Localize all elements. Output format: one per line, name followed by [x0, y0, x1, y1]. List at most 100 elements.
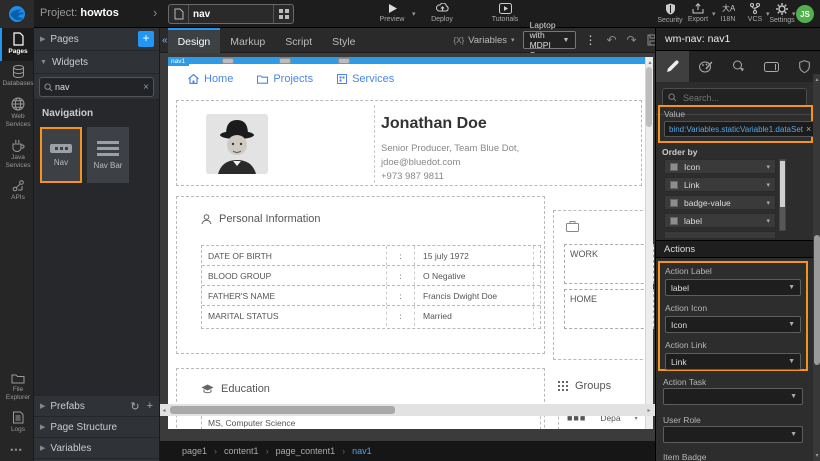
prefabs-section-header[interactable]: ▶ Prefabs ↻+ — [34, 396, 159, 417]
settings-caret-icon[interactable]: ▾ — [792, 10, 796, 18]
tab-design[interactable]: Design — [168, 28, 221, 53]
personal-info-panel[interactable]: Personal Information DATE OF BIRTH:15 ju… — [176, 196, 545, 354]
order-list-scroll-thumb[interactable] — [780, 161, 785, 207]
item-badge-label: Item Badge — [663, 452, 706, 461]
checkbox[interactable] — [670, 199, 678, 207]
tab-style[interactable]: Style — [322, 28, 365, 53]
rail-more-icon[interactable]: ••• — [0, 439, 33, 461]
property-search-input[interactable] — [681, 92, 801, 104]
order-option-link[interactable]: Link▾ — [664, 177, 776, 192]
contact-row-work[interactable]: WORK — [564, 244, 654, 284]
canvas-vscroll-thumb[interactable] — [646, 67, 652, 127]
widget-tile-navbar[interactable]: Nav Bar — [87, 127, 129, 183]
groups-panel[interactable]: Groups ■■■ Depa ▾ — [553, 372, 653, 429]
tab-script[interactable]: Script — [275, 28, 322, 53]
order-option-badge-value[interactable]: badge-value▾ — [664, 195, 776, 210]
widgets-section-header[interactable]: ▼ Widgets — [34, 51, 159, 74]
page-switcher[interactable] — [168, 4, 294, 24]
order-option-label[interactable]: label▾ — [664, 213, 776, 228]
contact-row-home[interactable]: HOME — [564, 289, 654, 329]
variables-section-header[interactable]: ▶ Variables — [34, 438, 159, 459]
rail-item-apis[interactable]: APIs — [0, 175, 34, 207]
tab-properties[interactable] — [656, 51, 689, 82]
checkbox[interactable] — [670, 181, 678, 189]
user-avatar[interactable]: JS — [796, 5, 814, 23]
caret-down-icon: ▼ — [788, 321, 795, 328]
scroll-left-icon[interactable]: ◂ — [160, 407, 168, 414]
widget-search-input[interactable] — [53, 81, 143, 93]
tab-inspect[interactable] — [722, 51, 755, 82]
add-prefab-button[interactable]: + — [147, 400, 153, 413]
education-panel[interactable]: Education MS, Computer Science — [176, 368, 545, 429]
checkbox[interactable] — [670, 163, 678, 171]
table-row[interactable]: DATE OF BIRTH:15 july 1972 — [202, 246, 540, 266]
tutorials-button[interactable]: Tutorials — [483, 3, 527, 23]
breadcrumb-page-content1[interactable]: page_content1 — [276, 446, 336, 456]
canvas-hscroll-thumb[interactable] — [170, 406, 395, 414]
rail-item-file-explorer[interactable]: File Explorer — [0, 369, 34, 407]
actions-section-header[interactable]: Actions — [656, 240, 813, 258]
table-row[interactable]: FATHER'S NAME:Francis Dwight Doe — [202, 286, 540, 306]
redo-icon[interactable]: ↷ — [627, 33, 637, 47]
page-structure-section-header[interactable]: ▶ Page Structure — [34, 417, 159, 438]
rail-item-web-services[interactable]: Web Services — [0, 93, 34, 134]
page-icon — [169, 5, 189, 23]
preview-caret-icon[interactable]: ▾ — [412, 10, 416, 18]
deploy-button[interactable]: Deploy — [420, 3, 464, 23]
tab-device[interactable] — [755, 51, 788, 82]
preview-button[interactable]: Preview — [370, 3, 414, 23]
tab-styles[interactable] — [689, 51, 722, 82]
action-task-select[interactable]: ▼ — [663, 388, 803, 405]
widget-handle[interactable] — [279, 58, 291, 64]
rail-item-pages[interactable]: Pages — [0, 28, 34, 61]
nav-item-home[interactable]: Home — [188, 73, 233, 85]
breadcrumb-nav1[interactable]: nav1 — [352, 446, 372, 456]
clear-binding-icon[interactable]: × — [806, 124, 811, 134]
action-label-select[interactable]: label▼ — [665, 279, 801, 296]
action-icon-select[interactable]: Icon▼ — [665, 316, 801, 333]
scroll-up-icon[interactable]: ▴ — [813, 76, 820, 83]
breadcrumb-separator: › — [266, 446, 269, 456]
contact-panel[interactable]: WORK HOME — [553, 210, 653, 360]
profile-panel[interactable]: Jonathan Doe Senior Producer, Team Blue … — [176, 100, 642, 186]
rail-item-logs[interactable]: Logs — [0, 407, 34, 439]
scroll-up-icon[interactable]: ▴ — [646, 59, 654, 66]
order-option-partial-row — [664, 231, 776, 238]
widget-handle[interactable] — [222, 58, 234, 64]
nav-item-services[interactable]: Services — [337, 73, 394, 85]
value-binding-input[interactable]: bind:Variables.staticVariable1.dataSet × — [664, 121, 816, 137]
widget-handle[interactable] — [338, 58, 350, 64]
undo-icon[interactable]: ↶ — [606, 33, 616, 47]
breadcrumb-content1[interactable]: content1 — [224, 446, 259, 456]
widget-search[interactable]: × — [39, 77, 154, 97]
widget-tile-nav[interactable]: Nav — [40, 127, 82, 183]
add-page-button[interactable]: + — [138, 31, 154, 47]
page-preview[interactable]: nav1 Home Projects Services — [168, 57, 652, 429]
variables-dropdown[interactable]: {X} Variables ▾ — [453, 35, 514, 46]
user-role-select[interactable]: ▼ — [663, 426, 803, 443]
table-row[interactable]: BLOOD GROUP:O Negative — [202, 266, 540, 286]
pages-section-header[interactable]: ▶ Pages + — [34, 28, 159, 51]
groups-title: Groups — [558, 380, 611, 392]
panel-scroll-thumb[interactable] — [814, 235, 820, 365]
grid-icon — [337, 74, 347, 84]
more-options-icon[interactable]: ⋮ — [584, 33, 596, 47]
device-select[interactable]: Laptop with MDPI Screen ▼ — [523, 31, 577, 49]
action-link-select[interactable]: Link▼ — [665, 353, 801, 370]
canvas-horizontal-scrollbar[interactable]: ◂ ▸ — [160, 404, 655, 416]
order-option-icon[interactable]: Icon▾ — [664, 159, 776, 174]
tab-markup[interactable]: Markup — [220, 28, 275, 53]
scroll-down-icon[interactable]: ▾ — [813, 452, 820, 459]
nav-item-projects[interactable]: Projects — [257, 73, 313, 85]
wavemaker-logo[interactable] — [0, 0, 34, 28]
page-grid-icon[interactable] — [273, 5, 293, 23]
table-row[interactable]: MARITAL STATUS:Married — [202, 306, 540, 326]
page-name-input[interactable] — [189, 9, 273, 20]
rail-item-java-services[interactable]: Java Services — [0, 135, 34, 175]
scroll-right-icon[interactable]: ▸ — [645, 407, 653, 414]
checkbox[interactable] — [670, 217, 678, 225]
clear-search-icon[interactable]: × — [143, 82, 149, 93]
breadcrumb-page1[interactable]: page1 — [182, 446, 207, 456]
rail-item-databases[interactable]: Databases — [0, 61, 34, 93]
refresh-icon[interactable]: ↻ — [130, 400, 139, 413]
